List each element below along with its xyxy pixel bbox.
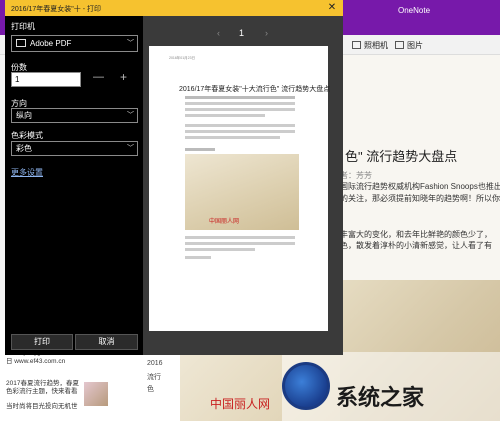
preview-text-line xyxy=(185,96,295,99)
copies-input[interactable]: 1 xyxy=(11,72,81,87)
preview-text-line xyxy=(185,242,295,245)
printer-icon xyxy=(16,39,26,47)
preview-text-line xyxy=(185,236,295,239)
side-label: 色 xyxy=(147,386,154,393)
chevron-down-icon: ﹀ xyxy=(127,40,134,47)
list-thumbnail xyxy=(84,382,108,406)
logo-text: 系统之家 xyxy=(336,385,425,410)
chevron-down-icon: ﹀ xyxy=(127,112,134,119)
orientation-value: 纵向 xyxy=(16,111,32,120)
cancel-button[interactable]: 取消 xyxy=(75,334,138,350)
print-settings-panel: 打印机 Adobe PDF ﹀ 份数 1 — + 方向 纵向 ﹀ 色彩模式 彩色… xyxy=(5,16,143,355)
image-watermark: 中国丽人网 xyxy=(210,397,271,411)
preview-text-line xyxy=(185,124,295,127)
note-line-2: 的关注，那必须提前知晓年的趋势啊！所以你 xyxy=(340,194,500,203)
preview-text-line xyxy=(185,248,255,251)
logo-icon xyxy=(282,362,330,410)
color-mode-value: 彩色 xyxy=(16,144,32,153)
chevron-left-icon[interactable]: ‹ xyxy=(217,28,220,38)
color-mode-label: 色彩模式 xyxy=(11,131,43,140)
preview-text-line xyxy=(185,148,215,151)
side-label: 流行 xyxy=(147,374,161,381)
note-heading: 色" 流行趋势大盘点 xyxy=(345,149,458,164)
print-dialog-titlebar: 2016/17年春夏女装"十 - 打印 ✕ xyxy=(5,0,343,16)
note-line-5: 色，散发着淳朴的小清新感觉，让人看了有 xyxy=(340,241,492,250)
preview-date: 2016年01月23日 xyxy=(169,56,196,60)
color-mode-select[interactable]: 彩色 ﹀ xyxy=(11,141,138,156)
preview-page: 2016年01月23日 2016/17年春夏女装"十大流行色" 流行趋势大盘点 … xyxy=(149,46,331,331)
printer-select[interactable]: Adobe PDF ﹀ xyxy=(11,35,138,52)
picture-label: 图片 xyxy=(407,41,423,50)
preview-text-line xyxy=(185,136,280,139)
preview-text-line xyxy=(185,108,295,111)
side-label: 2016 xyxy=(147,360,163,367)
plus-icon[interactable]: + xyxy=(120,70,127,84)
camera-label: 照相机 xyxy=(364,41,388,50)
preview-text-line xyxy=(185,130,295,133)
note-line-4: 丰富大的变化，和去年比鲜艳的颜色少了， xyxy=(340,230,492,239)
printer-label: 打印机 xyxy=(11,22,35,31)
chevron-right-icon[interactable]: › xyxy=(265,28,268,38)
onenote-title: OneNote xyxy=(398,6,431,15)
list-item[interactable]: 当时尚将目光投向无机世 xyxy=(6,403,78,411)
preview-image xyxy=(185,154,299,230)
minus-icon[interactable]: — xyxy=(93,71,104,83)
note-author: 者：芳芳 xyxy=(340,171,372,180)
preview-image-watermark: 中国丽人网 xyxy=(209,219,240,225)
print-dialog: 2016/17年春夏女装"十 - 打印 ✕ 打印机 Adobe PDF ﹀ 份数… xyxy=(5,0,343,355)
print-preview-panel: ‹ 1 › 2016年01月23日 2016/17年春夏女装"十大流行色" 流行… xyxy=(143,16,343,355)
list-item[interactable]: 日 www.ef43.com.cn xyxy=(6,358,65,366)
preview-text-line xyxy=(185,114,265,117)
print-dialog-title: 2016/17年春夏女装"十 - 打印 xyxy=(11,6,102,13)
close-icon[interactable]: ✕ xyxy=(321,0,343,16)
preview-title: 2016/17年春夏女装"十大流行色" 流行趋势大盘点 xyxy=(179,86,331,93)
picture-button[interactable]: 图片 xyxy=(395,40,423,51)
printer-value: Adobe PDF xyxy=(30,39,72,48)
picture-icon xyxy=(395,41,404,49)
more-settings-link[interactable]: 更多设置 xyxy=(11,167,43,178)
print-button[interactable]: 打印 xyxy=(11,334,73,350)
preview-text-line xyxy=(185,256,211,259)
orientation-select[interactable]: 纵向 ﹀ xyxy=(11,108,138,123)
camera-icon xyxy=(352,41,361,49)
list-item[interactable]: 色彩流行主题，快来看看 xyxy=(6,388,78,396)
list-item[interactable]: 2017春夏流行趋势，春夏 xyxy=(6,380,79,388)
preview-text-line xyxy=(185,102,295,105)
camera-button[interactable]: 照相机 xyxy=(352,40,388,51)
chevron-down-icon: ﹀ xyxy=(127,145,134,152)
note-line-1: 国际流行趋势权威机构Fashion Snoops也推出了 xyxy=(340,182,500,191)
preview-page-number: 1 xyxy=(239,28,245,38)
